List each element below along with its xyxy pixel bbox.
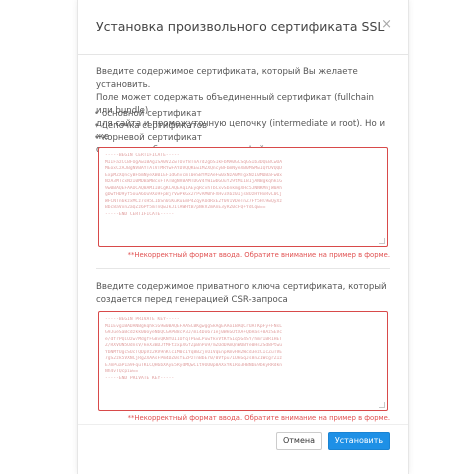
resize-handle[interactable] [379,402,385,408]
instruction-line: Введите содержимое приватного ключа серт… [96,282,387,292]
dialog-header: Установка произвольного сертификата SSL … [78,0,408,55]
footer-divider [78,424,408,425]
certificate-order-list: основной сертификат цепочка сертификатов… [94,108,207,144]
list-item: основной сертификат [94,108,207,120]
screen: Установка произвольного сертификата SSL … [0,0,474,474]
list-item: корневой сертификат [94,132,207,144]
list-item: цепочка сертификатов [94,120,207,132]
placeholder-line: -----END CERTIFICATE----- [105,211,175,217]
close-icon[interactable]: × [381,18,392,31]
instruction-line: Введите содержимое сертификата, который … [96,67,358,90]
ssl-certificate-dialog: Установка произвольного сертификата SSL … [77,0,409,474]
certificate-error-message: **Некорректный формат ввода. Обратите вн… [127,251,390,259]
private-key-textarea[interactable]: -----BEGIN PRIVATE KEY----- MIIEvgIBADAN… [98,311,388,411]
cancel-button[interactable]: Отмена [276,432,322,450]
section-divider [96,268,390,269]
placeholder-line: -----END PRIVATE KEY----- [105,375,175,381]
instruction-line: создается перед генерацией CSR-запроса [96,295,288,305]
resize-handle[interactable] [379,238,385,244]
private-key-error-message: **Некорректный формат ввода. Обратите вн… [127,414,390,422]
install-button[interactable]: Установить [328,432,390,450]
private-key-instructions: Введите содержимое приватного ключа серт… [96,281,392,307]
certificate-textarea[interactable]: -----BEGIN CERTIFICATE----- MIIFazCCBFOg… [98,147,388,247]
dialog-title: Установка произвольного сертификата SSL [96,19,385,34]
